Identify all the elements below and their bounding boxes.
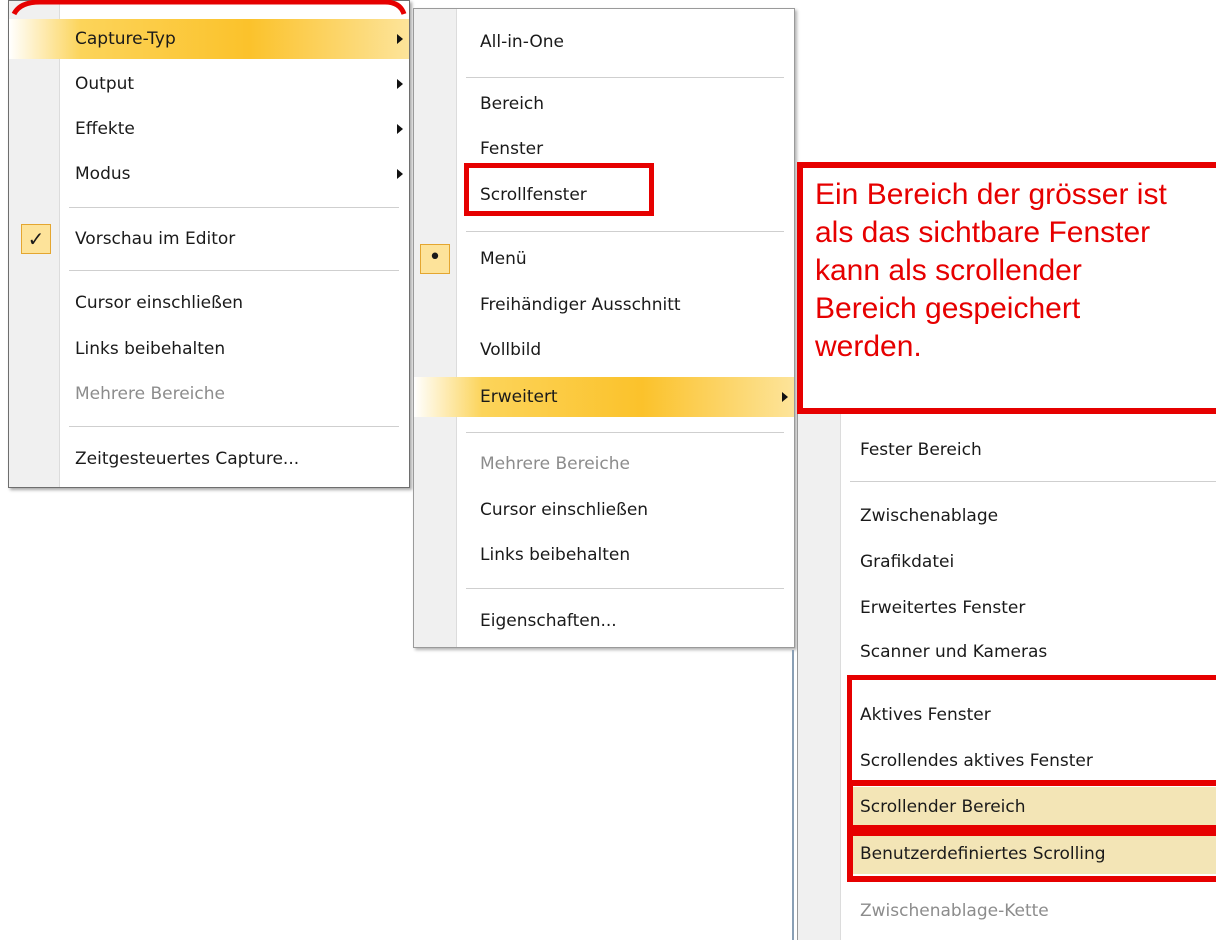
menu-item-label: Zeitgesteuertes Capture... xyxy=(75,449,300,469)
menu-item-zwischenablage-kette: Zwischenablage-Kette xyxy=(798,891,1216,931)
annotation-box-scrollfenster xyxy=(464,163,654,216)
menu-item-vorschau-im-editor[interactable]: ✓ Vorschau im Editor xyxy=(9,219,409,259)
menu-separator xyxy=(69,426,399,427)
menu-item-label: Mehrere Bereiche xyxy=(75,384,225,404)
menu-item-label: Erweitert xyxy=(480,387,558,407)
callout-line: Ein Bereich der grösser ist xyxy=(815,178,1167,211)
menu-item-menue[interactable]: • Menü xyxy=(414,239,794,279)
menu-separator xyxy=(69,207,399,208)
menu-item-label: Vollbild xyxy=(480,340,542,360)
menu-item-label: Zwischenablage-Kette xyxy=(860,901,1049,921)
menu-item-all-in-one[interactable]: All-in-One xyxy=(414,22,794,62)
menu-item-label: Freihändiger Ausschnitt xyxy=(480,295,681,315)
menu-item-effekte[interactable]: Effekte xyxy=(9,109,409,149)
menu-item-erweitert[interactable]: Erweitert xyxy=(414,377,794,417)
menu-item-mehrere-bereiche: Mehrere Bereiche xyxy=(9,374,409,414)
menu-item-links-beibehalten[interactable]: Links beibehalten xyxy=(9,329,409,369)
menu-item-label: Output xyxy=(75,74,135,94)
menu-item-label: Bereich xyxy=(480,94,545,114)
menu-item-scanner-und-kameras[interactable]: Scanner und Kameras xyxy=(798,632,1216,672)
menu-item-label: Mehrere Bereiche xyxy=(480,454,630,474)
menu-item-output[interactable]: Output xyxy=(9,64,409,104)
menu-item-label: Scanner und Kameras xyxy=(860,642,1048,662)
menu-item-eigenschaften[interactable]: Eigenschaften... xyxy=(414,601,794,641)
main-context-menu: Capture-Typ Output Effekte Modus ✓ Vorsc… xyxy=(8,0,410,488)
bullet-icon: • xyxy=(420,244,450,274)
capture-type-submenu: All-in-One Bereich Fenster Scrollfenster… xyxy=(413,8,795,648)
submenu-arrow-icon xyxy=(397,79,403,89)
menu-item-grafikdatei[interactable]: Grafikdatei xyxy=(798,542,1216,582)
menu-item-freihaendiger-ausschnitt[interactable]: Freihändiger Ausschnitt xyxy=(414,285,794,325)
submenu-arrow-icon xyxy=(397,169,403,179)
menu-item-vollbild[interactable]: Vollbild xyxy=(414,330,794,370)
annotation-callout: Ein Bereich der grösser ist als das sich… xyxy=(797,162,1216,414)
submenu-arrow-icon xyxy=(397,124,403,134)
menu-item-label: Cursor einschließen xyxy=(75,293,244,313)
menu-item-bereich[interactable]: Bereich xyxy=(414,84,794,124)
menu-item-label: Effekte xyxy=(75,119,135,139)
menu-item-label: Menü xyxy=(480,249,527,269)
callout-line: werden. xyxy=(815,330,922,363)
menu-item-links-beibehalten[interactable]: Links beibehalten xyxy=(414,535,794,575)
background-panel-edge xyxy=(792,650,794,940)
submenu-arrow-icon xyxy=(782,392,788,402)
menu-item-label: Links beibehalten xyxy=(480,545,631,565)
menu-separator xyxy=(466,588,784,589)
menu-separator xyxy=(850,481,1216,482)
menu-item-label: Eigenschaften... xyxy=(480,611,617,631)
annotation-box-scrollender-bereich xyxy=(847,780,1216,832)
menu-item-label: Cursor einschließen xyxy=(480,500,649,520)
menu-item-modus[interactable]: Modus xyxy=(9,154,409,194)
callout-line: Bereich gespeichert xyxy=(815,292,1081,325)
menu-item-zwischenablage[interactable]: Zwischenablage xyxy=(798,496,1216,536)
menu-separator xyxy=(466,432,784,433)
menu-item-label: Links beibehalten xyxy=(75,339,226,359)
menu-item-label: Capture-Typ xyxy=(75,29,176,49)
menu-item-label: Fester Bereich xyxy=(860,440,982,460)
menu-item-cursor-einschliessen[interactable]: Cursor einschließen xyxy=(414,490,794,530)
annotation-arc xyxy=(11,0,407,16)
menu-item-cursor-einschliessen[interactable]: Cursor einschließen xyxy=(9,283,409,323)
menu-item-label: Grafikdatei xyxy=(860,552,955,572)
menu-item-capture-typ[interactable]: Capture-Typ xyxy=(9,19,409,59)
menu-item-label: Vorschau im Editor xyxy=(75,229,236,249)
menu-item-mehrere-bereiche: Mehrere Bereiche xyxy=(414,444,794,484)
callout-line: als das sichtbare Fenster xyxy=(815,216,1151,249)
menu-gutter xyxy=(798,410,841,940)
annotation-box-benutzerdefiniertes-scrolling xyxy=(847,830,1216,882)
menu-item-zeitgesteuertes-capture[interactable]: Zeitgesteuertes Capture... xyxy=(9,439,409,479)
menu-item-label: Zwischenablage xyxy=(860,506,999,526)
menu-item-label: Erweitertes Fenster xyxy=(860,598,1026,618)
callout-line: kann als scrollender xyxy=(815,254,1082,287)
menu-separator xyxy=(466,77,784,78)
menu-item-label: All-in-One xyxy=(480,32,564,52)
menu-item-fester-bereich[interactable]: Fester Bereich xyxy=(798,430,1216,470)
checkmark-icon: ✓ xyxy=(21,224,51,254)
menu-separator xyxy=(69,270,399,271)
menu-item-label: Modus xyxy=(75,164,131,184)
submenu-arrow-icon xyxy=(397,34,403,44)
menu-item-erweitertes-fenster[interactable]: Erweitertes Fenster xyxy=(798,588,1216,628)
menu-separator xyxy=(466,231,784,232)
